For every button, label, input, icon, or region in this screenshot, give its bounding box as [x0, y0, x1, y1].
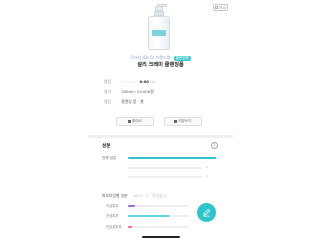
checkbox-icon	[214, 6, 218, 9]
heart-icon	[128, 120, 132, 123]
row3-count: 0	[206, 174, 208, 178]
skin-label-dry: 건성피부	[106, 214, 119, 218]
like-label: 좋아요	[132, 119, 142, 123]
home-indicator	[142, 236, 180, 238]
section-divider	[88, 135, 233, 138]
skin-fill-oily	[128, 205, 136, 207]
rating-row: 평점 ☆☆☆☆☆ 0.00 (0)	[104, 79, 155, 85]
rating-value: 0.00	[139, 79, 149, 84]
price-key: 정가	[104, 89, 111, 94]
overall-track	[128, 157, 220, 159]
ranking-value[interactable]: 클렌징 폼 · 젤	[121, 99, 143, 104]
help-icon[interactable]: ?	[211, 142, 218, 149]
skin-track-dry	[128, 215, 188, 217]
write-fab-button[interactable]	[197, 203, 216, 222]
ranking-row: 랭킹 클렌징 폼 · 젤	[104, 99, 144, 105]
skin-type-heading: 피부타입별 성분 pH 5~7 · 약산성 0	[102, 193, 166, 199]
section-title: 성분	[102, 144, 111, 149]
skin-fill-sensitive	[128, 226, 132, 228]
write-review-label: 리뷰쓰기	[178, 119, 192, 123]
rating-stars: ☆☆☆☆☆	[121, 79, 139, 84]
rating-key: 평점	[104, 79, 111, 84]
row2-count: 0	[206, 165, 208, 169]
overall-fill	[128, 157, 217, 159]
skin-track-sensitive	[128, 226, 188, 228]
overall-label: 전체 성분	[102, 156, 117, 160]
product-name: 설리 크레미 클렌징폼	[137, 62, 184, 68]
skin-fill-dry	[128, 215, 170, 217]
compare-label: 비교	[218, 4, 227, 10]
skin-type-title: 피부타입별 성분	[102, 193, 128, 198]
skin-type-legend: pH 5~7 · 약산성 0	[133, 193, 167, 198]
ranking-key: 랭킹	[104, 99, 111, 104]
phone-screen: 비교 닥터지 (Dr.G) 브랜드명 클렌징폼 설리 크레미 클렌징폼 평점 ☆…	[88, 0, 233, 240]
brand-name[interactable]: 닥터지 (Dr.G) 브랜드명	[130, 55, 170, 60]
skin-label-sensitive: 민감성피부	[106, 225, 122, 229]
pencil-icon	[203, 208, 211, 217]
rating-count: (0)	[150, 79, 156, 84]
row2-track	[128, 167, 202, 169]
pencil-icon	[174, 120, 178, 123]
like-button[interactable]: 좋아요	[116, 117, 154, 126]
skin-track-oily	[128, 205, 188, 207]
write-review-button[interactable]: 리뷰쓰기	[164, 117, 202, 126]
price-value: 300ml / 24,000원	[121, 89, 154, 94]
price-row: 정가 300ml / 24,000원	[104, 89, 154, 95]
skin-label-oily: 지성피부	[106, 204, 119, 208]
compare-toggle[interactable]: 비교	[213, 4, 228, 11]
product-image	[146, 4, 172, 50]
row3-track	[128, 176, 202, 178]
